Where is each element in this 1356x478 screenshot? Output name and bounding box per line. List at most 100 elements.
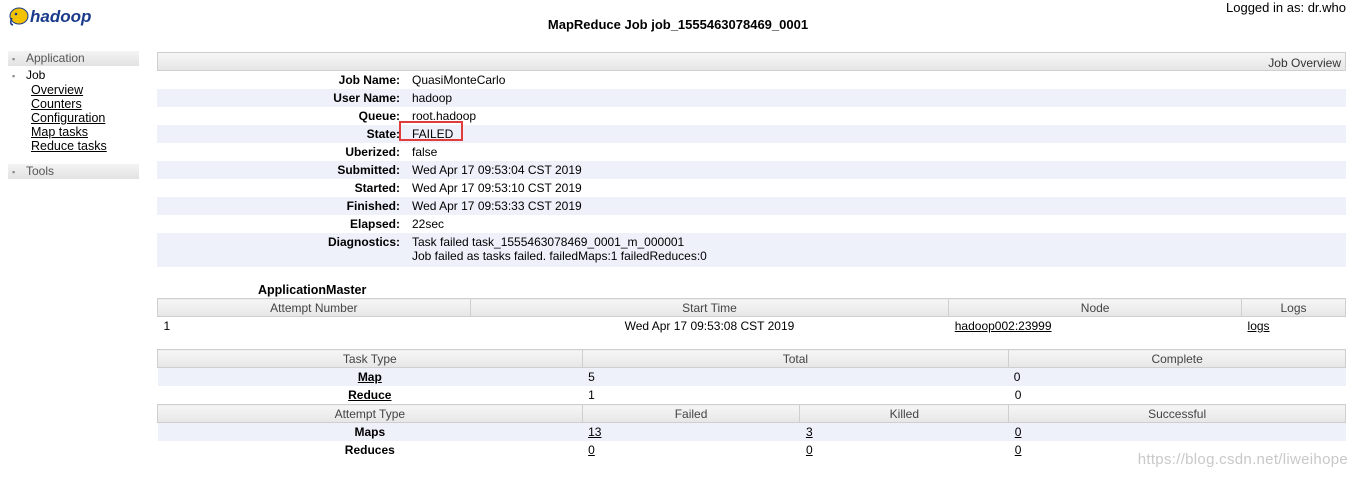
info-label: Elapsed:: [349, 217, 400, 231]
info-value: 22sec: [412, 217, 445, 231]
column-header[interactable]: Attempt Number: [157, 298, 471, 317]
table-header-row: Attempt Type Failed Killed Successful: [157, 404, 1346, 423]
info-value: Wed Apr 17 09:53:33 CST 2019: [412, 199, 582, 213]
failed-maps-link[interactable]: 13: [588, 425, 601, 439]
column-header[interactable]: Start Time: [469, 298, 950, 317]
logs-link[interactable]: logs: [1248, 319, 1270, 333]
diagnostics-line: Job failed as tasks failed. failedMaps:1…: [412, 249, 707, 263]
nav-link-configuration[interactable]: Configuration: [31, 111, 139, 125]
info-row-diagnostics: Diagnostics: Task failed task_1555463078…: [157, 233, 1346, 267]
job-overview-title: Job Overview: [1268, 56, 1341, 70]
successful-maps-link[interactable]: 0: [1015, 425, 1022, 439]
reduce-tasks-link[interactable]: Reduce: [348, 388, 391, 402]
info-value: Wed Apr 17 09:53:10 CST 2019: [412, 181, 582, 195]
nav-link-map-tasks[interactable]: Map tasks: [31, 125, 139, 139]
node-cell: hadoop002:23999: [949, 317, 1242, 336]
info-value: QuasiMonteCarlo: [412, 73, 506, 87]
task-total-cell: 1: [588, 388, 595, 402]
state-highlight-box: [399, 121, 463, 141]
table-row: 1 Wed Apr 17 09:53:08 CST 2019 hadoop002…: [158, 317, 1346, 336]
info-row-uberized: Uberized: false: [157, 143, 1346, 161]
column-header: Successful: [1008, 404, 1346, 423]
info-label: Job Name:: [338, 73, 400, 87]
start-time-cell: Wed Apr 17 09:53:08 CST 2019: [624, 319, 795, 333]
column-header: Killed: [799, 404, 1010, 423]
info-label: Started:: [354, 181, 400, 195]
attempt-number-cell: 1: [163, 319, 171, 333]
info-label: Diagnostics:: [327, 235, 400, 249]
column-header: Complete: [1008, 349, 1346, 368]
column-header[interactable]: Logs: [1241, 298, 1346, 317]
collapse-bullet-icon: ▪: [12, 167, 16, 177]
job-overview-header: Job Overview: [157, 52, 1346, 71]
table-row: Maps 13 3 0: [157, 422, 1346, 442]
task-type-cell: Map: [158, 368, 583, 387]
diagnostics-line: Task failed task_1555463078469_0001_m_00…: [412, 235, 685, 249]
job-nav-links: Overview Counters Configuration Map task…: [8, 83, 139, 153]
failed-reduces-link[interactable]: 0: [588, 443, 595, 457]
info-label: State:: [366, 127, 400, 141]
info-row-started: Started: Wed Apr 17 09:53:10 CST 2019: [157, 179, 1346, 197]
info-row-user-name: User Name: hadoop: [157, 89, 1346, 107]
info-row-state: State: FAILED: [157, 121, 1346, 143]
info-value: false: [412, 145, 438, 159]
info-label: Submitted:: [337, 163, 400, 177]
app-master-caption: ApplicationMaster: [258, 283, 367, 297]
watermark-text: https://blog.csdn.net/liweihope: [1137, 451, 1348, 468]
collapse-bullet-icon: ▪: [12, 71, 16, 81]
sidebar-section-job[interactable]: ▪ Job: [8, 68, 139, 83]
task-complete-cell: 0: [1009, 386, 1346, 405]
task-complete-value: 0: [1014, 388, 1022, 402]
diagnostics-value: Task failed task_1555463078469_0001_m_00…: [412, 235, 707, 263]
column-header: Task Type: [157, 349, 583, 368]
sidebar-section-tools[interactable]: ▪ Tools: [8, 164, 139, 179]
sidebar-section-label: Application: [26, 51, 85, 65]
nav-link-reduce-tasks[interactable]: Reduce tasks: [31, 139, 139, 153]
sidebar-section-application[interactable]: ▪ Application: [8, 51, 139, 66]
logs-cell: logs: [1242, 317, 1346, 336]
failed-cell: 0: [582, 441, 800, 459]
attempt-type-cell: Reduces: [344, 443, 395, 457]
task-summary-table: Task Type Total Complete Map 5 0 Reduce …: [157, 349, 1346, 459]
info-label: Finished:: [346, 199, 400, 213]
info-row-job-name: Job Name: QuasiMonteCarlo: [157, 71, 1346, 89]
map-tasks-link[interactable]: Map: [358, 370, 382, 384]
attempt-type-cell: Maps: [354, 425, 386, 439]
info-value: hadoop: [412, 91, 453, 105]
killed-cell: 0: [800, 441, 1009, 459]
column-header: Attempt Type: [157, 404, 583, 423]
sidebar: ▪ Application ▪ Job Overview Counters Conf…: [8, 51, 139, 179]
killed-maps-link[interactable]: 3: [806, 425, 813, 439]
node-link[interactable]: hadoop002:23999: [955, 319, 1052, 333]
info-row-elapsed: Elapsed: 22sec: [157, 215, 1346, 233]
table-row: Reduce 1 0: [158, 386, 1346, 405]
column-header[interactable]: Node: [948, 298, 1243, 317]
successful-cell: 0: [1009, 423, 1346, 442]
nav-link-overview[interactable]: Overview: [31, 83, 139, 97]
table-row: Map 5 0: [157, 367, 1346, 387]
logged-in-user: Logged in as: dr.who: [1226, 0, 1346, 15]
info-value: Wed Apr 17 09:53:04 CST 2019: [412, 163, 582, 177]
task-complete-value: 0: [1013, 370, 1021, 384]
successful-reduces-link[interactable]: 0: [1015, 443, 1022, 457]
info-row-finished: Finished: Wed Apr 17 09:53:33 CST 2019: [157, 197, 1346, 215]
killed-cell: 3: [800, 423, 1009, 442]
sidebar-section-label: Tools: [26, 164, 55, 178]
failed-cell: 13: [582, 423, 800, 442]
info-row-queue: Queue: root.hadoop: [157, 107, 1346, 125]
killed-reduces-link[interactable]: 0: [806, 443, 813, 457]
collapse-bullet-icon: ▪: [12, 54, 16, 64]
app-master-table: Attempt Number Start Time Node Logs 1 We…: [157, 298, 1346, 335]
info-row-submitted: Submitted: Wed Apr 17 09:53:04 CST 2019: [157, 161, 1346, 179]
nav-link-counters[interactable]: Counters: [31, 97, 139, 111]
task-total-cell: 5: [588, 370, 595, 384]
task-complete-cell: 0: [1009, 368, 1346, 387]
column-header: Failed: [581, 404, 801, 423]
info-label: User Name:: [333, 91, 400, 105]
page-title: MapReduce Job job_1555463078469_0001: [547, 17, 809, 32]
sidebar-section-label: Job: [26, 68, 46, 82]
task-type-cell: Reduce: [158, 386, 583, 405]
table-header-row: Attempt Number Start Time Node Logs: [157, 298, 1346, 317]
column-header: Total: [581, 349, 1010, 368]
info-label: Queue:: [358, 109, 400, 123]
